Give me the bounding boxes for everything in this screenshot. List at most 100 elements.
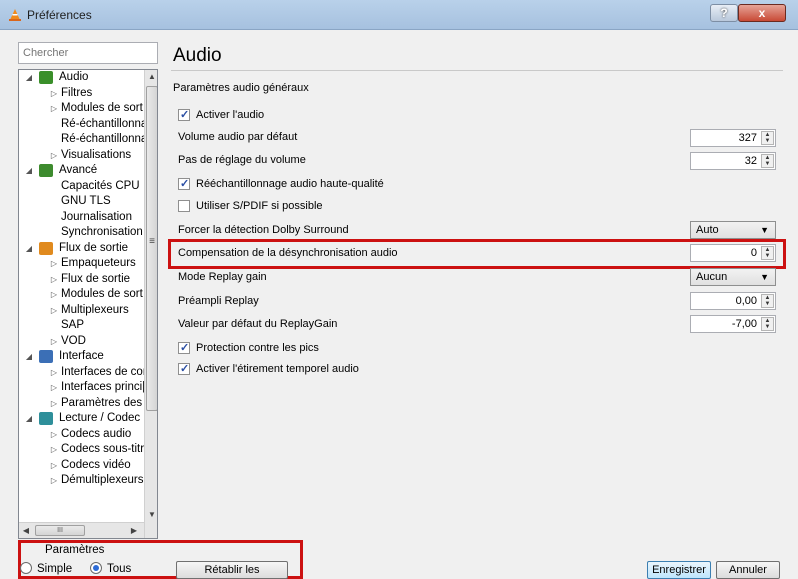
- tree-item[interactable]: ▷ Paramètres des r: [19, 396, 144, 412]
- collapsed-arrow-icon[interactable]: ▷: [49, 458, 59, 474]
- tree-category[interactable]: ◢ Audio: [19, 70, 144, 86]
- collapsed-arrow-icon[interactable]: ▷: [49, 334, 59, 350]
- expanded-arrow-icon[interactable]: ◢: [24, 163, 34, 179]
- collapsed-arrow-icon[interactable]: ▷: [49, 473, 59, 489]
- tree-horizontal-scrollbar[interactable]: ◀ III ▶: [19, 522, 144, 538]
- spin-arrows-icon[interactable]: ▲ ▼: [761, 154, 774, 168]
- collapsed-arrow-icon[interactable]: ▷: [49, 427, 59, 443]
- tree-item[interactable]: ▷ Interfaces princi|: [19, 380, 144, 396]
- spin-arrows-icon[interactable]: ▲ ▼: [761, 246, 774, 260]
- tree-item[interactable]: Ré-échantillonna: [19, 132, 144, 148]
- tree-item[interactable]: ▷ Modules de sort: [19, 101, 144, 117]
- replay-preamp-spinbox[interactable]: 0,00 ▲ ▼: [690, 292, 776, 310]
- checkbox-box[interactable]: [178, 341, 190, 354]
- collapsed-arrow-icon[interactable]: ▷: [49, 380, 59, 396]
- tree-item[interactable]: ▷ Interfaces de cor: [19, 365, 144, 381]
- tree-item[interactable]: ▷ VOD: [19, 334, 144, 350]
- tree-item[interactable]: GNU TLS: [19, 194, 144, 210]
- tree-item[interactable]: ▷ Empaqueteurs: [19, 256, 144, 272]
- tree-item[interactable]: Journalisation: [19, 210, 144, 226]
- tree-item-label: Capacités CPU: [61, 179, 140, 192]
- tree-item[interactable]: ▷ Multiplexeurs: [19, 303, 144, 319]
- default-volume-value[interactable]: 327: [739, 132, 757, 144]
- tree-item[interactable]: ▷ Démultiplexeurs: [19, 473, 144, 489]
- checkbox-box[interactable]: [178, 362, 190, 375]
- radio-all[interactable]: Tous: [90, 562, 131, 575]
- desync-spinbox[interactable]: 0 ▲ ▼: [690, 244, 776, 262]
- scroll-up-icon[interactable]: ▲: [145, 70, 157, 84]
- expanded-arrow-icon[interactable]: ◢: [24, 411, 34, 427]
- checkbox-box[interactable]: [178, 108, 190, 121]
- expanded-arrow-icon[interactable]: ◢: [24, 241, 34, 257]
- replay-default-value[interactable]: -7,00: [732, 318, 757, 330]
- tree-item[interactable]: ▷ Codecs audio: [19, 427, 144, 443]
- collapsed-arrow-icon[interactable]: ▷: [49, 396, 59, 412]
- replay-default-label: Valeur par défaut du ReplayGain: [178, 318, 338, 330]
- close-button[interactable]: x: [738, 4, 786, 22]
- collapsed-arrow-icon[interactable]: ▷: [49, 272, 59, 288]
- checkbox-box[interactable]: [178, 177, 190, 190]
- replay-preamp-value[interactable]: 0,00: [736, 295, 757, 307]
- desync-value[interactable]: 0: [751, 247, 757, 259]
- tree-category[interactable]: ◢ Interface: [19, 349, 144, 365]
- tree-item-label: Codecs audio: [61, 427, 132, 440]
- cancel-button[interactable]: Annuler: [716, 561, 780, 579]
- chevron-down-icon[interactable]: ▼: [760, 272, 769, 282]
- scroll-right-icon[interactable]: ▶: [127, 524, 141, 538]
- tree-item[interactable]: SAP: [19, 318, 144, 334]
- expanded-arrow-icon[interactable]: ◢: [24, 349, 34, 365]
- scroll-down-icon[interactable]: ▼: [145, 508, 157, 522]
- radio-all-dot[interactable]: [90, 562, 102, 574]
- radio-simple[interactable]: Simple: [20, 562, 72, 575]
- enable-audio-checkbox[interactable]: Activer l'audio: [178, 108, 264, 121]
- collapsed-arrow-icon[interactable]: ▷: [49, 256, 59, 272]
- volume-step-value[interactable]: 32: [745, 155, 757, 167]
- tree-item[interactable]: ▷ Visualisations: [19, 148, 144, 164]
- default-volume-spinbox[interactable]: 327 ▲ ▼: [690, 129, 776, 147]
- tree-item[interactable]: ▷ Codecs sous-titr: [19, 442, 144, 458]
- spin-arrows-icon[interactable]: ▲ ▼: [761, 317, 774, 331]
- spin-arrows-icon[interactable]: ▲ ▼: [761, 294, 774, 308]
- time-stretch-checkbox[interactable]: Activer l'étirement temporel audio: [178, 362, 359, 375]
- peak-protection-checkbox[interactable]: Protection contre les pics: [178, 341, 319, 354]
- replay-gain-mode-select[interactable]: Aucun ▼: [690, 268, 776, 286]
- volume-step-spinbox[interactable]: 32 ▲ ▼: [690, 152, 776, 170]
- collapsed-arrow-icon[interactable]: ▷: [49, 303, 59, 319]
- tree-vertical-scrollbar[interactable]: ▲ ≡ ▼: [144, 70, 157, 538]
- replay-gain-mode-value[interactable]: Aucun: [696, 271, 727, 283]
- tree-item[interactable]: ▷ Filtres: [19, 86, 144, 102]
- dolby-value[interactable]: Auto: [696, 224, 719, 236]
- tree-item[interactable]: ▷ Flux de sortie: [19, 272, 144, 288]
- replay-default-spinbox[interactable]: -7,00 ▲ ▼: [690, 315, 776, 333]
- save-button[interactable]: Enregistrer: [647, 561, 711, 579]
- tree-category[interactable]: ◢ Flux de sortie: [19, 241, 144, 257]
- collapsed-arrow-icon[interactable]: ▷: [49, 86, 59, 102]
- tree-item[interactable]: Ré-échantillonna: [19, 117, 144, 133]
- spin-arrows-icon[interactable]: ▲ ▼: [761, 131, 774, 145]
- collapsed-arrow-icon[interactable]: ▷: [49, 148, 59, 164]
- scroll-left-icon[interactable]: ◀: [19, 524, 33, 538]
- reset-preferences-button[interactable]: Rétablir les préférences: [176, 561, 288, 579]
- window-title: Préférences: [27, 8, 92, 22]
- help-button[interactable]: ?: [710, 4, 738, 22]
- checkbox-box[interactable]: [178, 200, 190, 212]
- expanded-arrow-icon[interactable]: ◢: [24, 70, 34, 86]
- collapsed-arrow-icon[interactable]: ▷: [49, 101, 59, 117]
- tree-item[interactable]: ▷ Codecs vidéo: [19, 458, 144, 474]
- tree-item[interactable]: Capacités CPU: [19, 179, 144, 195]
- collapsed-arrow-icon[interactable]: ▷: [49, 442, 59, 458]
- hq-resampling-checkbox[interactable]: Rééchantillonnage audio haute-qualité: [178, 177, 384, 190]
- chevron-down-icon[interactable]: ▼: [760, 225, 769, 235]
- hscroll-thumb[interactable]: III: [35, 525, 85, 536]
- radio-simple-dot[interactable]: [20, 562, 32, 574]
- spdif-checkbox[interactable]: Utiliser S/PDIF si possible: [178, 200, 323, 212]
- collapsed-arrow-icon[interactable]: ▷: [49, 365, 59, 381]
- collapsed-arrow-icon[interactable]: ▷: [49, 287, 59, 303]
- tree-item[interactable]: ▷ Modules de sort: [19, 287, 144, 303]
- tree-category[interactable]: ◢ Avancé: [19, 163, 144, 179]
- tree-item[interactable]: Synchronisation: [19, 225, 144, 241]
- search-input[interactable]: [18, 42, 158, 64]
- dolby-select[interactable]: Auto ▼: [690, 221, 776, 239]
- tree-category[interactable]: ◢ Lecture / Codec: [19, 411, 144, 427]
- tree-item-label: SAP: [61, 319, 85, 331]
